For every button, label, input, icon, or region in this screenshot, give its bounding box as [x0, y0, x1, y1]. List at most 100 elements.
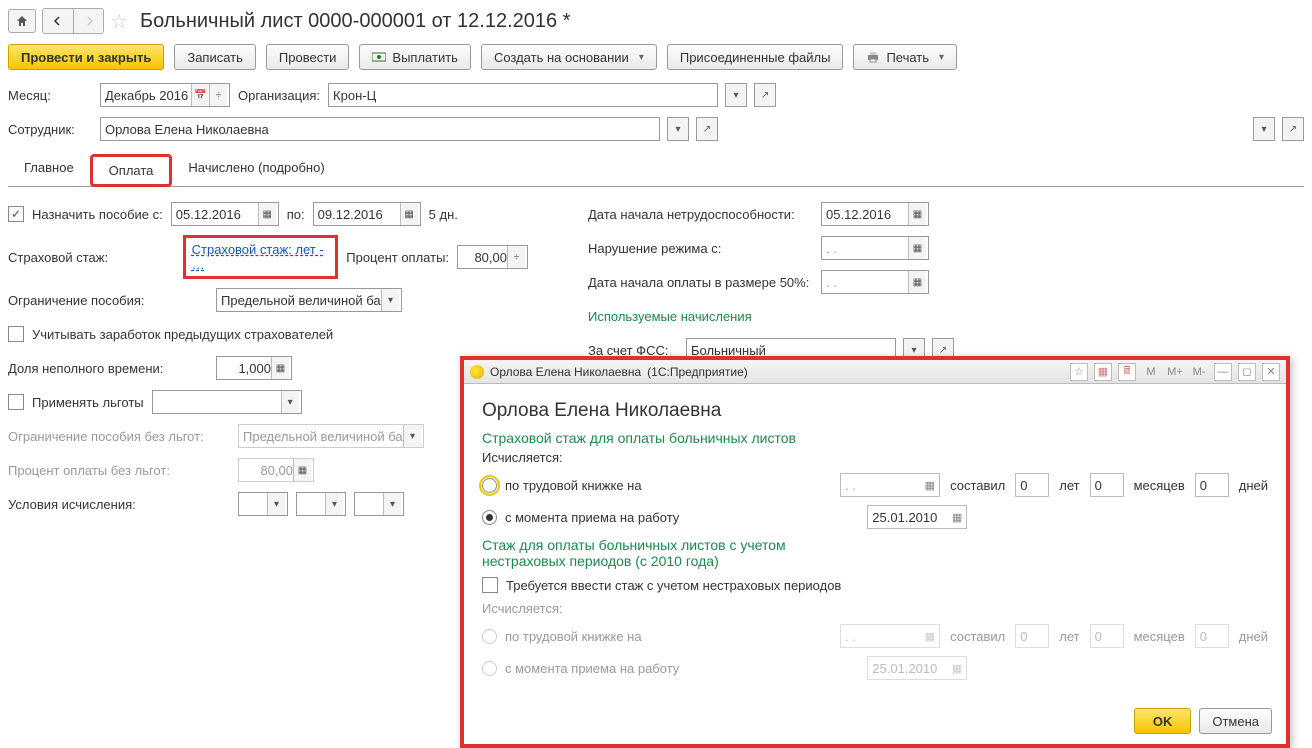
stepper-icon[interactable]: ÷ [507, 246, 525, 268]
chevron-down-icon[interactable]: ▾ [381, 289, 399, 311]
half-pay-label: Дата начала оплаты в размере 50%: [588, 275, 813, 290]
org-input[interactable]: Крон-Ц [328, 83, 718, 107]
calendar-icon[interactable]: ▦ [908, 271, 926, 293]
pct-nol-input: 80,00▦ [238, 458, 314, 482]
days-input[interactable]: 0 [1195, 473, 1229, 497]
calc-cond-label: Условия исчисления: [8, 497, 230, 512]
back-button[interactable] [43, 9, 73, 33]
apply-button[interactable]: Провести [266, 44, 350, 70]
minimize-button[interactable]: — [1214, 363, 1232, 381]
partial-input[interactable]: 1,000▦ [216, 356, 292, 380]
month-input[interactable]: Декабрь 2016 📅 ÷ [100, 83, 230, 107]
maximize-button[interactable]: ◻ [1238, 363, 1256, 381]
employee-extra2[interactable]: ↗ [1282, 117, 1304, 141]
limit-select[interactable]: Предельной величиной ба▾ [216, 288, 402, 312]
mminus-button[interactable]: M- [1190, 363, 1208, 381]
tab-payment[interactable]: Оплата [90, 154, 173, 187]
mplus-button[interactable]: M+ [1166, 363, 1184, 381]
calendar-icon[interactable]: ▦ [908, 203, 926, 225]
month-label: Месяц: [8, 88, 92, 103]
calc-icon[interactable]: 🖩 [1118, 363, 1136, 381]
partial-label: Доля неполного времени: [8, 361, 208, 376]
save-button[interactable]: Записать [174, 44, 256, 70]
stepper-icon[interactable]: ÷ [209, 84, 227, 106]
calendar-icon[interactable]: ▦ [908, 237, 926, 259]
accruals-used-link[interactable]: Используемые начисления [588, 309, 752, 324]
years-input[interactable]: 0 [1015, 473, 1049, 497]
grid-icon[interactable]: ▦ [1094, 363, 1112, 381]
calendar-icon[interactable]: ▦ [952, 511, 962, 524]
create-based-on-button[interactable]: Создать на основании▾ [481, 44, 657, 70]
radio2-from-hire [482, 661, 497, 676]
ok-button[interactable]: OK [1134, 708, 1192, 734]
employee-open-button[interactable]: ↗ [696, 117, 718, 141]
violation-label: Нарушение режима с: [588, 241, 813, 256]
cond2[interactable]: ▾ [296, 492, 346, 516]
home-button[interactable] [8, 9, 36, 33]
chevron-down-icon: ▾ [403, 425, 421, 447]
disabled-start-input[interactable]: 05.12.2016▦ [821, 202, 929, 226]
attachments-button[interactable]: Присоединенные файлы [667, 44, 844, 70]
close-button[interactable]: ✕ [1262, 363, 1280, 381]
cash-icon [372, 51, 386, 63]
tab-main[interactable]: Главное [8, 154, 90, 186]
months-input[interactable]: 0 [1090, 473, 1124, 497]
pay-pct-input[interactable]: 80,00÷ [457, 245, 528, 269]
chevron-down-icon[interactable]: ▾ [281, 391, 299, 413]
org-dropdown-button[interactable]: ▾ [725, 83, 747, 107]
cond1[interactable]: ▾ [238, 492, 288, 516]
calendar-icon[interactable]: ▦ [258, 203, 276, 225]
popup-heading: Орлова Елена Николаевна [482, 400, 1268, 422]
pct-nol-label: Процент оплаты без льгот: [8, 463, 230, 478]
calendar-icon[interactable]: ▦ [925, 479, 935, 492]
benefits-checkbox[interactable] [8, 394, 24, 410]
employee-dropdown-button[interactable]: ▾ [667, 117, 689, 141]
to-label: по: [287, 207, 305, 222]
half-pay-input[interactable]: . .▦ [821, 270, 929, 294]
radio-by-book[interactable] [482, 478, 497, 493]
limit-nol-label: Ограничение пособия без льгот: [8, 429, 230, 444]
violation-input[interactable]: . .▦ [821, 236, 929, 260]
radio-from-hire-label: с момента приема на работу [505, 510, 679, 525]
cond3[interactable]: ▾ [354, 492, 404, 516]
calendar-icon[interactable]: ▦ [400, 203, 418, 225]
m-button[interactable]: M [1142, 363, 1160, 381]
radio-from-hire[interactable] [482, 510, 497, 525]
employee-input[interactable]: Орлова Елена Николаевна [100, 117, 660, 141]
employee-extra1[interactable]: ▾ [1253, 117, 1275, 141]
radio2-by-book [482, 629, 497, 644]
app-logo-icon [470, 365, 484, 379]
star-icon[interactable]: ☆ [110, 9, 128, 34]
popup-title-person: Орлова Елена Николаевна [490, 365, 641, 379]
favorite-icon[interactable]: ☆ [1070, 363, 1088, 381]
calendar-icon[interactable]: 📅 [191, 84, 209, 106]
nav-buttons [42, 8, 104, 34]
stazh-label: Страховой стаж: [8, 250, 175, 265]
print-button[interactable]: Печать▾ [853, 44, 957, 70]
calendar-icon: ▦ [952, 662, 962, 675]
radio2-by-book-label: по трудовой книжке на [505, 629, 642, 644]
cancel-button[interactable]: Отмена [1199, 708, 1272, 734]
hire-date-input[interactable]: 25.01.2010▦ [867, 505, 967, 529]
tab-accrued[interactable]: Начислено (подробно) [172, 154, 340, 186]
date-to-input[interactable]: 09.12.2016▦ [313, 202, 421, 226]
stazh-link[interactable]: Страховой стаж: лет - … [192, 242, 324, 272]
date-from-input[interactable]: 05.12.2016▦ [171, 202, 279, 226]
benefits-label: Применять льготы [32, 395, 144, 410]
org-open-button[interactable]: ↗ [754, 83, 776, 107]
pay-button[interactable]: Выплатить [359, 44, 471, 70]
assign-checkbox[interactable]: ✓ [8, 206, 24, 222]
radio2-from-hire-label: с момента приема на работу [505, 661, 679, 676]
book-date-input[interactable]: . .▦ [840, 473, 940, 497]
need-nonins-checkbox[interactable] [482, 577, 498, 593]
apply-close-button[interactable]: Провести и закрыть [8, 44, 164, 70]
pay-pct-label: Процент оплаты: [346, 250, 449, 265]
calc-icon[interactable]: ▦ [271, 357, 289, 379]
assign-from-label: Назначить пособие с: [32, 207, 163, 222]
prev-insurer-checkbox[interactable] [8, 326, 24, 342]
limit-label: Ограничение пособия: [8, 293, 208, 308]
benefits-select[interactable]: ▾ [152, 390, 302, 414]
hire2-date-input: 25.01.2010▦ [867, 656, 967, 680]
tabs: Главное Оплата Начислено (подробно) [8, 154, 1304, 187]
forward-button[interactable] [73, 9, 103, 33]
